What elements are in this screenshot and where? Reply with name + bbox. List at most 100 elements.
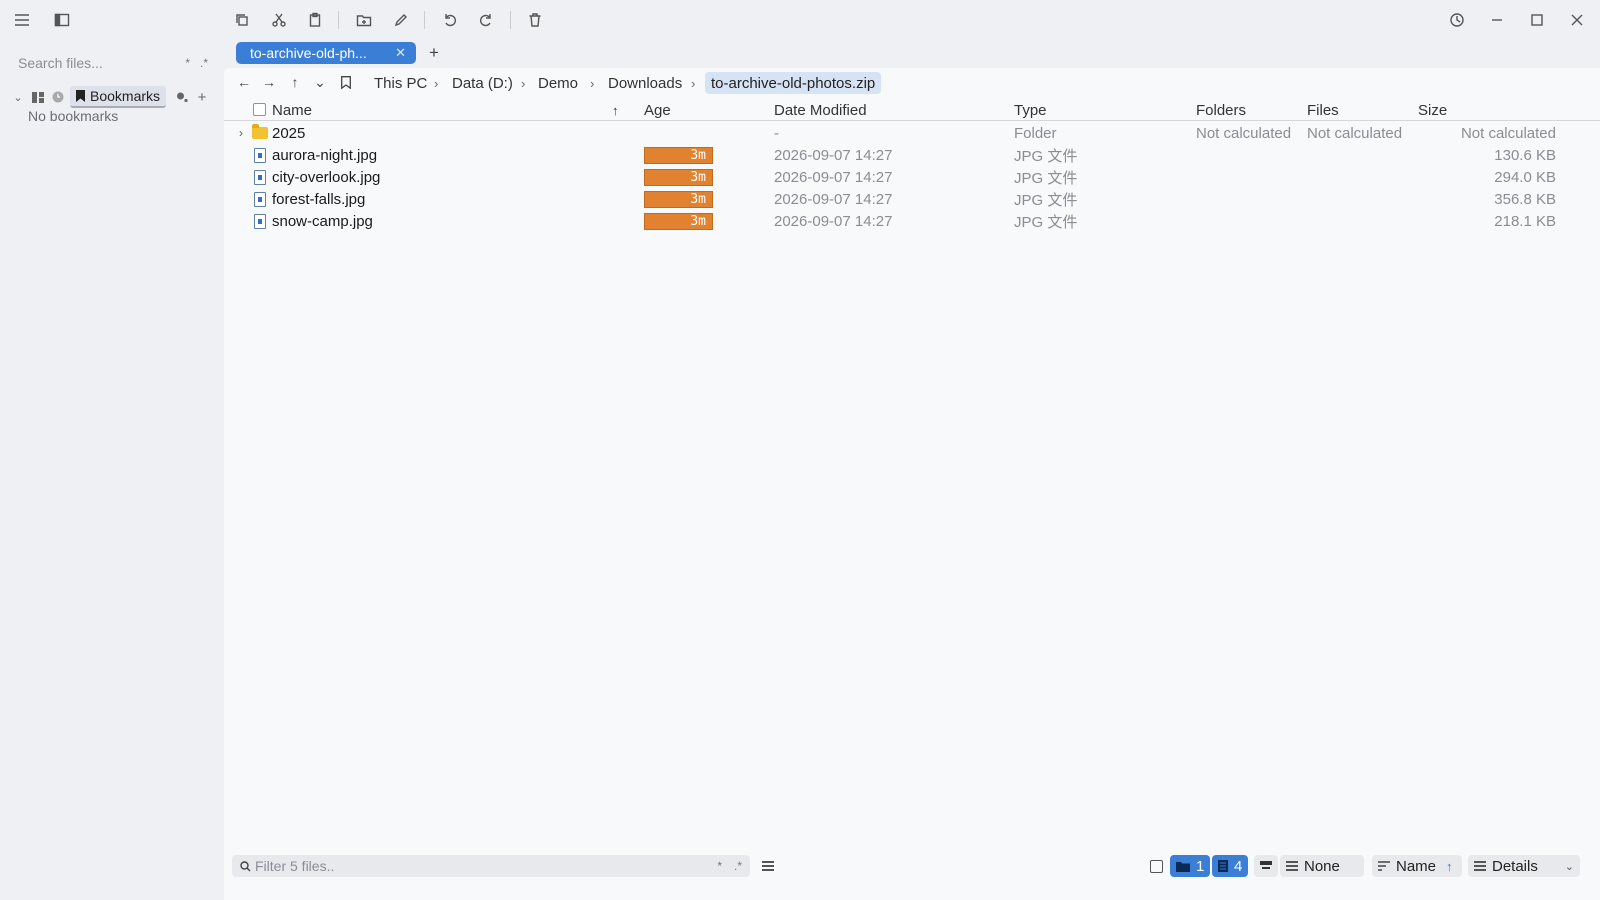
- age-bar: 3m: [644, 169, 713, 186]
- row-folders: Not calculated: [1196, 124, 1292, 142]
- breadcrumb-separator-icon[interactable]: ›: [590, 72, 594, 94]
- row-name: city-overlook.jpg: [272, 168, 381, 186]
- close-window-icon[interactable]: [1565, 8, 1589, 32]
- toggle-sidebar-icon[interactable]: [50, 8, 74, 32]
- close-tab-icon[interactable]: ✕: [395, 45, 406, 61]
- redo-icon[interactable]: [474, 8, 498, 32]
- age-bar: 3m: [644, 147, 713, 164]
- row-type: JPG 文件: [1014, 169, 1078, 187]
- filter-placeholder: Filter 5 files..: [255, 858, 335, 874]
- breadcrumb-demo[interactable]: Demo: [538, 72, 578, 94]
- select-all-checkbox[interactable]: [253, 103, 266, 116]
- rename-icon[interactable]: [389, 8, 413, 32]
- view-mode-select[interactable]: Details ⌄: [1468, 855, 1580, 877]
- group-by-value: None: [1304, 857, 1340, 875]
- breadcrumb-this-pc[interactable]: This PC: [374, 72, 427, 94]
- wildcard-toggle[interactable]: *: [717, 859, 722, 873]
- chevron-down-icon[interactable]: ⌄: [310, 72, 330, 92]
- row-size: Not calculated: [1460, 124, 1556, 142]
- group-by-select[interactable]: None: [1280, 855, 1364, 877]
- navigation-bar: ← → ↑ ⌄ This PC › Data (D:) › Demo › Dow…: [224, 68, 1600, 98]
- folder-icon: [252, 124, 268, 139]
- folder-count-badge[interactable]: 1: [1170, 855, 1211, 877]
- recent-icon[interactable]: [50, 89, 66, 105]
- paste-icon[interactable]: [303, 8, 327, 32]
- image-file-icon: [254, 170, 266, 185]
- breadcrumb-separator-icon[interactable]: ›: [434, 72, 438, 94]
- sidebar-search-input[interactable]: Search files... * .*: [18, 52, 208, 74]
- delete-icon[interactable]: [523, 8, 547, 32]
- chevron-down-icon[interactable]: ⌄: [10, 89, 26, 105]
- column-date-modified[interactable]: Date Modified: [774, 100, 867, 120]
- breadcrumb-separator-icon[interactable]: ›: [691, 72, 695, 94]
- row-date: 2026-09-07 14:27: [774, 168, 893, 186]
- new-tab-button[interactable]: +: [424, 43, 444, 63]
- image-file-icon: [254, 192, 266, 207]
- history-icon[interactable]: [1445, 8, 1469, 32]
- filter-input[interactable]: Filter 5 files.. * .*: [232, 855, 750, 877]
- file-count-badge[interactable]: 4: [1212, 855, 1249, 877]
- breadcrumb-drive[interactable]: Data (D:): [452, 72, 513, 94]
- table-row[interactable]: › 2025 - Folder Not calculated Not calcu…: [224, 122, 1600, 144]
- status-bar: Filter 5 files.. * .* 1 4 None Name ↑ De…: [224, 852, 1600, 880]
- chevron-down-icon: ⌄: [1564, 860, 1574, 873]
- panel-toggle-button[interactable]: [1254, 855, 1278, 877]
- bookmark-icon: [76, 90, 85, 102]
- wildcard-toggle[interactable]: *: [185, 56, 190, 70]
- sidebar: Search files... * .* ⌄ Bookmarks + No bo…: [0, 40, 224, 900]
- column-type[interactable]: Type: [1014, 100, 1047, 120]
- row-type: JPG 文件: [1014, 191, 1078, 209]
- minimize-icon[interactable]: [1485, 8, 1509, 32]
- filter-options-button[interactable]: [756, 855, 780, 877]
- column-folders[interactable]: Folders: [1196, 100, 1246, 120]
- row-date: 2026-09-07 14:27: [774, 212, 893, 230]
- regex-toggle[interactable]: .*: [200, 56, 208, 70]
- manage-bookmarks-icon[interactable]: [174, 89, 190, 105]
- tab-label: to-archive-old-ph...: [250, 45, 367, 61]
- table-row[interactable]: city-overlook.jpg 3m 2026-09-07 14:27 JP…: [224, 166, 1600, 188]
- folder-icon: [1176, 861, 1190, 872]
- age-bar: 3m: [644, 213, 713, 230]
- row-size: 130.6 KB: [1494, 146, 1556, 164]
- file-pane: ← → ↑ ⌄ This PC › Data (D:) › Demo › Dow…: [224, 68, 1600, 900]
- image-file-icon: [254, 214, 266, 229]
- undo-icon[interactable]: [438, 8, 462, 32]
- row-date: 2026-09-07 14:27: [774, 190, 893, 208]
- breadcrumb-current[interactable]: to-archive-old-photos.zip: [705, 72, 882, 94]
- menu-icon[interactable]: [10, 8, 34, 32]
- table-row[interactable]: forest-falls.jpg 3m 2026-09-07 14:27 JPG…: [224, 188, 1600, 210]
- copy-icon[interactable]: [230, 8, 254, 32]
- age-bar: 3m: [644, 191, 713, 208]
- forward-icon[interactable]: →: [259, 72, 279, 92]
- up-icon[interactable]: ↑: [285, 72, 305, 92]
- column-age[interactable]: Age: [644, 100, 671, 120]
- column-files[interactable]: Files: [1307, 100, 1339, 120]
- bookmark-icon[interactable]: [336, 72, 356, 92]
- sort-ascending-icon[interactable]: ↑: [1446, 859, 1453, 874]
- sort-ascending-icon[interactable]: ↑: [612, 100, 619, 120]
- cut-icon[interactable]: [267, 8, 291, 32]
- sort-by-select[interactable]: Name ↑: [1372, 855, 1462, 877]
- table-row[interactable]: snow-camp.jpg 3m 2026-09-07 14:27 JPG 文件…: [224, 210, 1600, 232]
- tab-active[interactable]: to-archive-old-ph... ✕: [236, 42, 416, 64]
- table-row[interactable]: aurora-night.jpg 3m 2026-09-07 14:27 JPG…: [224, 144, 1600, 166]
- regex-toggle[interactable]: .*: [734, 859, 742, 873]
- maximize-icon[interactable]: [1525, 8, 1549, 32]
- row-files: Not calculated: [1307, 124, 1403, 142]
- new-folder-icon[interactable]: [352, 8, 376, 32]
- list-icon: [762, 861, 774, 871]
- breadcrumb-separator-icon[interactable]: ›: [521, 72, 525, 94]
- breadcrumb-downloads[interactable]: Downloads: [608, 72, 682, 94]
- row-name: snow-camp.jpg: [272, 212, 373, 230]
- bookmarks-tab[interactable]: Bookmarks: [70, 86, 167, 108]
- empty-bookmarks-text: No bookmarks: [28, 108, 119, 124]
- expand-chevron-icon[interactable]: ›: [234, 125, 248, 141]
- layout-icon[interactable]: [30, 89, 46, 105]
- sort-by-value: Name: [1396, 857, 1437, 875]
- column-size[interactable]: Size: [1418, 100, 1447, 120]
- back-icon[interactable]: ←: [234, 72, 254, 92]
- add-bookmark-icon[interactable]: +: [194, 89, 210, 106]
- select-checkbox-toggle[interactable]: [1144, 855, 1169, 877]
- row-name: 2025: [272, 124, 306, 142]
- column-name[interactable]: Name: [272, 100, 312, 120]
